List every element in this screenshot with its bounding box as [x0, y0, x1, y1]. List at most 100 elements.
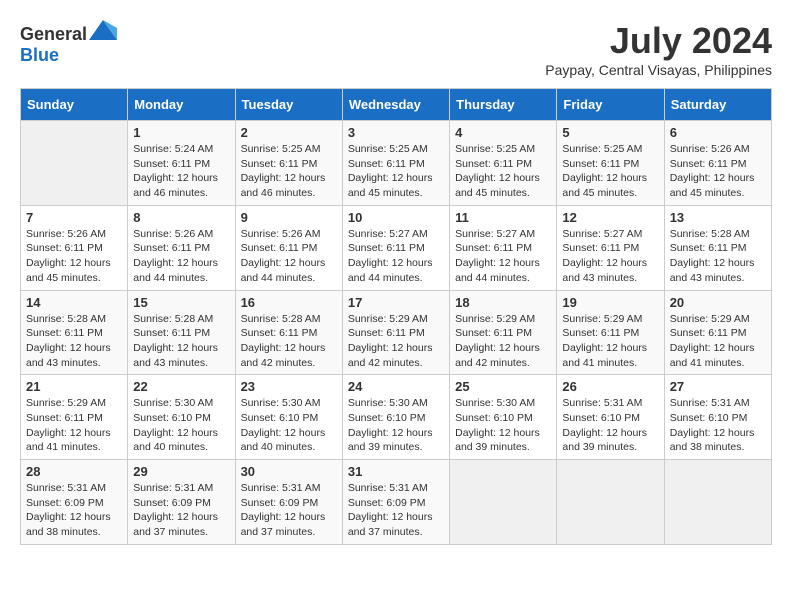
calendar-week-row: 7 Sunrise: 5:26 AMSunset: 6:11 PMDaylight…	[21, 205, 772, 290]
table-row: 4Sunrise: 5:25 AMSunset: 6:11 PMDaylight…	[450, 121, 557, 206]
table-row: 23 Sunrise: 5:30 AMSunset: 6:10 PMDayligh…	[235, 375, 342, 460]
table-row: 20 Sunrise: 5:29 AMSunset: 6:11 PMDayligh…	[664, 290, 771, 375]
table-row: 29 Sunrise: 5:31 AMSunset: 6:09 PMDayligh…	[128, 460, 235, 545]
day-info: Sunrise: 5:27 AMSunset: 6:11 PMDaylight:…	[562, 227, 658, 286]
table-row: 6Sunrise: 5:26 AMSunset: 6:11 PMDaylight…	[664, 121, 771, 206]
day-number: 23	[241, 379, 337, 394]
day-info: Sunrise: 5:25 AMSunset: 6:11 PMDaylight:…	[241, 142, 337, 201]
calendar-week-row: 21 Sunrise: 5:29 AMSunset: 6:11 PMDayligh…	[21, 375, 772, 460]
day-info: Sunrise: 5:25 AMSunset: 6:11 PMDaylight:…	[348, 142, 444, 201]
month-year-title: July 2024	[545, 20, 772, 62]
day-number: 2	[241, 125, 337, 140]
day-number: 25	[455, 379, 551, 394]
day-info: Sunrise: 5:24 AMSunset: 6:11 PMDaylight:…	[133, 142, 229, 201]
col-sunday: Sunday	[21, 89, 128, 121]
table-row: 10 Sunrise: 5:27 AMSunset: 6:11 PMDayligh…	[342, 205, 449, 290]
table-row	[450, 460, 557, 545]
logo-blue: Blue	[20, 45, 59, 65]
day-number: 10	[348, 210, 444, 225]
table-row: 15Sunrise: 5:28 AMSunset: 6:11 PMDayligh…	[128, 290, 235, 375]
day-info: Sunrise: 5:31 AMSunset: 6:09 PMDaylight:…	[133, 481, 229, 540]
day-info: Sunrise: 5:29 AMSunset: 6:11 PMDaylight:…	[348, 312, 444, 371]
calendar-week-row: 1 Sunrise: 5:24 AMSunset: 6:11 PMDaylight…	[21, 121, 772, 206]
day-number: 4	[455, 125, 551, 140]
day-info: Sunrise: 5:29 AMSunset: 6:11 PMDaylight:…	[670, 312, 766, 371]
day-info: Sunrise: 5:26 AMSunset: 6:11 PMDaylight:…	[26, 227, 122, 286]
table-row: 30Sunrise: 5:31 AMSunset: 6:09 PMDayligh…	[235, 460, 342, 545]
day-info: Sunrise: 5:31 AMSunset: 6:09 PMDaylight:…	[26, 481, 122, 540]
table-row: 27 Sunrise: 5:31 AMSunset: 6:10 PMDayligh…	[664, 375, 771, 460]
day-info: Sunrise: 5:30 AMSunset: 6:10 PMDaylight:…	[455, 396, 551, 455]
day-number: 27	[670, 379, 766, 394]
logo-general: General	[20, 24, 87, 44]
day-number: 7	[26, 210, 122, 225]
table-row: 1 Sunrise: 5:24 AMSunset: 6:11 PMDaylight…	[128, 121, 235, 206]
day-number: 14	[26, 295, 122, 310]
day-info: Sunrise: 5:30 AMSunset: 6:10 PMDaylight:…	[348, 396, 444, 455]
day-number: 19	[562, 295, 658, 310]
day-info: Sunrise: 5:29 AMSunset: 6:11 PMDaylight:…	[562, 312, 658, 371]
day-info: Sunrise: 5:26 AMSunset: 6:11 PMDaylight:…	[133, 227, 229, 286]
calendar-week-row: 28 Sunrise: 5:31 AMSunset: 6:09 PMDayligh…	[21, 460, 772, 545]
day-number: 5	[562, 125, 658, 140]
title-section: July 2024 Paypay, Central Visayas, Phili…	[545, 20, 772, 78]
day-info: Sunrise: 5:27 AMSunset: 6:11 PMDaylight:…	[455, 227, 551, 286]
col-tuesday: Tuesday	[235, 89, 342, 121]
page-header: General Blue July 2024 Paypay, Central V…	[20, 20, 772, 78]
day-info: Sunrise: 5:26 AMSunset: 6:11 PMDaylight:…	[241, 227, 337, 286]
day-info: Sunrise: 5:28 AMSunset: 6:11 PMDaylight:…	[670, 227, 766, 286]
table-row: 14 Sunrise: 5:28 AMSunset: 6:11 PMDayligh…	[21, 290, 128, 375]
day-info: Sunrise: 5:28 AMSunset: 6:11 PMDaylight:…	[133, 312, 229, 371]
location-text: Paypay, Central Visayas, Philippines	[545, 62, 772, 78]
table-row: 16 Sunrise: 5:28 AMSunset: 6:11 PMDayligh…	[235, 290, 342, 375]
day-number: 21	[26, 379, 122, 394]
day-number: 26	[562, 379, 658, 394]
table-row	[21, 121, 128, 206]
day-number: 6	[670, 125, 766, 140]
day-info: Sunrise: 5:30 AMSunset: 6:10 PMDaylight:…	[241, 396, 337, 455]
table-row: 24 Sunrise: 5:30 AMSunset: 6:10 PMDayligh…	[342, 375, 449, 460]
day-number: 29	[133, 464, 229, 479]
col-friday: Friday	[557, 89, 664, 121]
day-number: 3	[348, 125, 444, 140]
table-row: 18Sunrise: 5:29 AMSunset: 6:11 PMDayligh…	[450, 290, 557, 375]
table-row: 7 Sunrise: 5:26 AMSunset: 6:11 PMDaylight…	[21, 205, 128, 290]
col-thursday: Thursday	[450, 89, 557, 121]
day-info: Sunrise: 5:28 AMSunset: 6:11 PMDaylight:…	[241, 312, 337, 371]
day-number: 13	[670, 210, 766, 225]
day-number: 16	[241, 295, 337, 310]
day-number: 18	[455, 295, 551, 310]
table-row: 11 Sunrise: 5:27 AMSunset: 6:11 PMDayligh…	[450, 205, 557, 290]
calendar-header: Sunday Monday Tuesday Wednesday Thursday…	[21, 89, 772, 121]
day-number: 11	[455, 210, 551, 225]
table-row: 12 Sunrise: 5:27 AMSunset: 6:11 PMDayligh…	[557, 205, 664, 290]
table-row: 25 Sunrise: 5:30 AMSunset: 6:10 PMDayligh…	[450, 375, 557, 460]
table-row: 9 Sunrise: 5:26 AMSunset: 6:11 PMDaylight…	[235, 205, 342, 290]
col-monday: Monday	[128, 89, 235, 121]
day-number: 17	[348, 295, 444, 310]
day-info: Sunrise: 5:28 AMSunset: 6:11 PMDaylight:…	[26, 312, 122, 371]
table-row: 28 Sunrise: 5:31 AMSunset: 6:09 PMDayligh…	[21, 460, 128, 545]
calendar-body: 1 Sunrise: 5:24 AMSunset: 6:11 PMDaylight…	[21, 121, 772, 545]
calendar-week-row: 14 Sunrise: 5:28 AMSunset: 6:11 PMDayligh…	[21, 290, 772, 375]
day-info: Sunrise: 5:31 AMSunset: 6:10 PMDaylight:…	[670, 396, 766, 455]
table-row: 17 Sunrise: 5:29 AMSunset: 6:11 PMDayligh…	[342, 290, 449, 375]
day-number: 20	[670, 295, 766, 310]
day-info: Sunrise: 5:30 AMSunset: 6:10 PMDaylight:…	[133, 396, 229, 455]
table-row: 3 Sunrise: 5:25 AMSunset: 6:11 PMDaylight…	[342, 121, 449, 206]
day-info: Sunrise: 5:27 AMSunset: 6:11 PMDaylight:…	[348, 227, 444, 286]
table-row: 5 Sunrise: 5:25 AMSunset: 6:11 PMDaylight…	[557, 121, 664, 206]
day-number: 1	[133, 125, 229, 140]
day-number: 24	[348, 379, 444, 394]
day-number: 28	[26, 464, 122, 479]
logo-icon	[89, 20, 117, 40]
day-info: Sunrise: 5:25 AMSunset: 6:11 PMDaylight:…	[562, 142, 658, 201]
table-row: 22Sunrise: 5:30 AMSunset: 6:10 PMDayligh…	[128, 375, 235, 460]
table-row: 26Sunrise: 5:31 AMSunset: 6:10 PMDayligh…	[557, 375, 664, 460]
day-number: 8	[133, 210, 229, 225]
day-number: 12	[562, 210, 658, 225]
day-info: Sunrise: 5:29 AMSunset: 6:11 PMDaylight:…	[26, 396, 122, 455]
table-row: 13 Sunrise: 5:28 AMSunset: 6:11 PMDayligh…	[664, 205, 771, 290]
day-number: 9	[241, 210, 337, 225]
table-row	[557, 460, 664, 545]
